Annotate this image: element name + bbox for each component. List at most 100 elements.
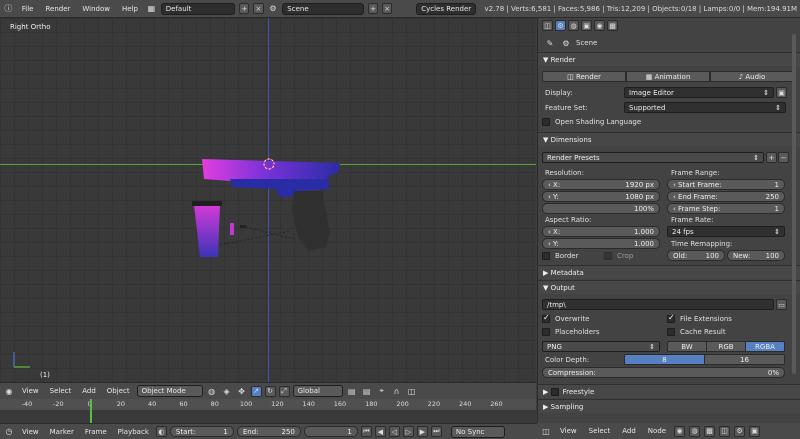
vp-menu-add[interactable]: Add — [78, 387, 100, 395]
scale-icon[interactable]: ⤢ — [278, 385, 290, 397]
preset-add-button[interactable]: + — [766, 152, 777, 163]
manipulator-icon[interactable]: ✥ — [236, 385, 248, 397]
overwrite-row[interactable]: Overwrite — [542, 313, 589, 323]
scene-tab-icon[interactable]: ⚙ — [555, 20, 566, 31]
metadata-panel-header[interactable]: ▶ Metadata — [538, 265, 800, 279]
remap-old-field[interactable]: Old: 100 — [667, 250, 725, 261]
tl-menu-playback[interactable]: Playback — [114, 428, 153, 436]
node-menu-view[interactable]: View — [556, 427, 581, 435]
osl-checkbox[interactable] — [542, 118, 550, 126]
aspect-y-field[interactable]: ‹ Y: 1.000 — [542, 238, 660, 249]
color-depth-8[interactable]: 8 — [625, 355, 705, 364]
start-frame-field[interactable]: Start: 1 — [169, 426, 234, 437]
crop-checkbox-row[interactable]: Crop — [604, 252, 633, 260]
resolution-x-field[interactable]: ‹ X: 1920 px — [542, 179, 660, 190]
editor-type-icon[interactable]: ◉ — [3, 385, 15, 397]
feature-set-select[interactable]: Supported ⇕ — [624, 102, 786, 113]
current-frame-line[interactable] — [90, 399, 92, 423]
menu-window[interactable]: Window — [78, 5, 114, 13]
start-frame-field[interactable]: ‹ Start Frame: 1 — [667, 179, 785, 190]
node-editor-icon[interactable]: ◫ — [540, 425, 552, 437]
info-editor-icon[interactable]: ⓘ — [3, 3, 14, 15]
rotate-icon[interactable]: ↻ — [264, 385, 276, 397]
object-nodes-icon[interactable]: ▣ — [749, 425, 761, 437]
menu-help[interactable]: Help — [118, 5, 142, 13]
border-checkbox[interactable] — [542, 252, 550, 260]
3d-cursor[interactable] — [262, 157, 276, 171]
aspect-x-field[interactable]: ‹ X: 1.000 — [542, 226, 660, 237]
cache-result-checkbox[interactable] — [667, 328, 675, 336]
end-frame-field[interactable]: End: 250 — [236, 426, 301, 437]
color-mode-rgba[interactable]: RGBA — [746, 342, 784, 351]
color-mode-rgb[interactable]: RGB — [707, 342, 746, 351]
freestyle-panel-header[interactable]: ▶ Freestyle — [538, 384, 800, 398]
file-extensions-checkbox[interactable] — [667, 313, 675, 323]
vp-menu-view[interactable]: View — [18, 387, 43, 395]
render-panel-header[interactable]: ▼ Render — [538, 52, 800, 66]
compositor-nodes-icon[interactable]: ◫ — [719, 425, 731, 437]
node-menu-add[interactable]: Add — [618, 427, 640, 435]
resolution-percent-field[interactable]: 100% — [542, 203, 660, 214]
remap-new-field[interactable]: New: 100 — [727, 250, 785, 261]
cache-result-row[interactable]: Cache Result — [667, 328, 726, 336]
tl-menu-view[interactable]: View — [18, 428, 43, 436]
tl-menu-frame[interactable]: Frame — [81, 428, 111, 436]
tl-menu-marker[interactable]: Marker — [46, 428, 78, 436]
timeline[interactable]: -40-200204060801001201401601802002202402… — [0, 399, 536, 423]
overwrite-checkbox[interactable] — [542, 313, 550, 323]
jump-end-icon[interactable]: ⏭ — [430, 426, 442, 437]
play-icon[interactable]: ▷ — [402, 426, 414, 437]
sampling-panel-header[interactable]: ▶ Sampling — [538, 399, 800, 413]
layout-field[interactable]: Default — [160, 2, 236, 15]
end-frame-field[interactable]: ‹ End Frame: 250 — [667, 191, 785, 202]
crop-checkbox[interactable] — [604, 252, 612, 260]
layout-remove-button[interactable]: × — [253, 3, 264, 14]
world-tab-icon[interactable]: ◍ — [568, 20, 579, 31]
freestyle-checkbox[interactable] — [550, 387, 559, 396]
mode-select[interactable]: Object Mode — [136, 385, 203, 397]
dimensions-panel-header[interactable]: ▼ Dimensions — [538, 132, 800, 146]
node-menu-select[interactable]: Select — [585, 427, 615, 435]
play-reverse-icon[interactable]: ◁ — [388, 426, 400, 437]
layers-icon[interactable]: ▤ — [346, 385, 358, 397]
vp-menu-select[interactable]: Select — [46, 387, 76, 395]
display-window-icon[interactable]: ▣ — [776, 87, 787, 98]
placeholders-row[interactable]: Placeholders — [542, 328, 600, 336]
object-tab-icon[interactable]: ▣ — [581, 20, 592, 31]
output-panel-header[interactable]: ▼ Output — [538, 280, 800, 294]
scene-icon[interactable]: ⚙ — [268, 3, 279, 15]
file-format-select[interactable]: PNG ⇕ — [542, 341, 660, 352]
file-extensions-row[interactable]: File Extensions — [667, 313, 732, 323]
node-tree-icon[interactable]: ◉ — [674, 425, 686, 437]
texture-nodes-icon[interactable]: ▩ — [704, 425, 716, 437]
properties-scrollbar[interactable] — [792, 34, 796, 374]
menu-render[interactable]: Render — [41, 5, 74, 13]
scene-add-button[interactable]: + — [368, 3, 379, 14]
current-frame-field[interactable]: 1 — [303, 426, 358, 437]
vp-menu-object[interactable]: Object — [103, 387, 134, 395]
resolution-y-field[interactable]: ‹ Y: 1080 px — [542, 191, 660, 202]
translate-icon[interactable]: ↗ — [250, 385, 262, 397]
preview-range-icon[interactable]: ◐ — [155, 426, 167, 437]
3d-viewport[interactable]: Right Ortho (1) — [0, 18, 536, 382]
layout-add-button[interactable]: + — [239, 3, 250, 14]
render-presets-select[interactable]: Render Presets ⇕ — [542, 152, 764, 163]
texture-tab-icon[interactable]: ▩ — [607, 20, 618, 31]
menu-file[interactable]: File — [18, 5, 38, 13]
layers-icon[interactable]: ▤ — [361, 385, 373, 397]
display-select[interactable]: Image Editor ⇕ — [624, 87, 774, 98]
scene-field[interactable]: Scene — [282, 2, 365, 15]
shader-nodes-icon[interactable]: ◍ — [689, 425, 701, 437]
color-mode-bw[interactable]: BW — [668, 342, 707, 351]
world-nodes-icon[interactable]: ⚙ — [734, 425, 746, 437]
jump-start-icon[interactable]: ⏮ — [360, 426, 372, 437]
sync-select[interactable]: No Sync — [450, 425, 505, 438]
animation-button[interactable]: ▦ Animation — [626, 71, 710, 82]
scene-remove-button[interactable]: × — [382, 3, 393, 14]
render-icon[interactable]: ◫ — [406, 385, 418, 397]
render-tab-icon[interactable]: ◫ — [542, 20, 553, 31]
border-checkbox-row[interactable]: Border — [542, 252, 578, 260]
preset-remove-button[interactable]: − — [778, 152, 789, 163]
prev-key-icon[interactable]: ◀ — [374, 426, 386, 437]
next-key-icon[interactable]: ▶ — [416, 426, 428, 437]
